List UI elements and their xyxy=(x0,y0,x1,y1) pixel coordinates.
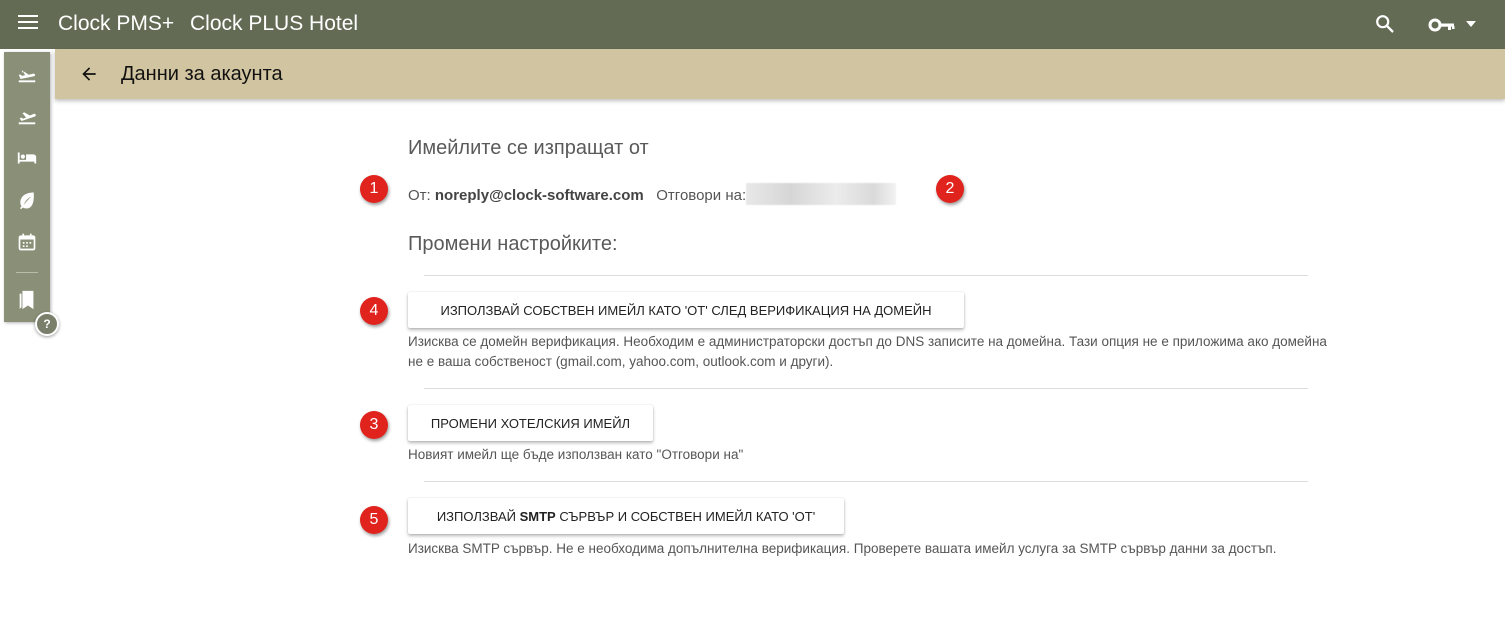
departures-icon[interactable] xyxy=(4,96,50,136)
from-email: noreply@clock-software.com xyxy=(434,187,644,204)
divider xyxy=(424,481,1308,482)
divider xyxy=(424,275,1308,276)
page-header: Данни за акаунта xyxy=(55,49,1505,99)
own-email-domain-description: Изисква се домейн верификация. Необходим… xyxy=(408,334,1327,369)
divider xyxy=(424,388,1308,389)
smtp-button-label-post: СЪРВЪР И СОБСТВЕН ИМЕЙЛ КАТО 'ОТ' xyxy=(555,508,816,524)
smtp-server-button[interactable]: ИЗПОЛЗВАЙ SMTP СЪРВЪР И СОБСТВЕН ИМЕЙЛ К… xyxy=(408,498,844,534)
change-hotel-email-description: Новият имейл ще бъде използван като "Отг… xyxy=(408,447,744,462)
leaf-icon[interactable] xyxy=(4,180,50,220)
key-icon[interactable] xyxy=(1428,15,1456,35)
annotation-badge-4: 4 xyxy=(360,297,388,325)
reply-to-label: Отговори на: xyxy=(656,187,747,204)
from-label: От: xyxy=(408,187,431,204)
search-icon[interactable] xyxy=(1374,13,1396,35)
own-email-domain-verification-button[interactable]: ИЗПОЛЗВАЙ СОБСТВЕН ИМЕЙЛ КАТО 'ОТ' СЛЕД … xyxy=(408,292,964,328)
emails-section-title: Имейлите се изпращат от xyxy=(408,137,649,159)
annotation-badge-3: 3 xyxy=(360,411,388,439)
smtp-server-description: Изисква SMTP сървър. Не е необходима доп… xyxy=(408,541,1277,556)
back-arrow-icon[interactable] xyxy=(79,64,99,84)
bed-icon[interactable] xyxy=(4,138,50,178)
smtp-button-label-bold: SMTP xyxy=(519,508,556,524)
top-bar: Clock PMS+ Clock PLUS Hotel xyxy=(0,0,1505,49)
annotation-badge-5: 5 xyxy=(360,506,388,534)
sidebar-divider xyxy=(16,272,38,273)
annotation-badge-2: 2 xyxy=(936,175,964,203)
page-title: Данни за акаунта xyxy=(121,63,283,85)
reply-to-email-redacted xyxy=(746,183,897,205)
help-icon[interactable]: ? xyxy=(35,312,59,336)
calendar-icon[interactable] xyxy=(4,222,50,262)
arrivals-icon[interactable] xyxy=(4,54,50,94)
smtp-button-label-pre: ИЗПОЛЗВАЙ xyxy=(436,508,520,524)
menu-icon[interactable] xyxy=(18,15,38,33)
app-name[interactable]: Clock PMS+ xyxy=(58,12,174,36)
annotation-badge-1: 1 xyxy=(360,175,388,203)
settings-section-title: Промени настройките: xyxy=(408,233,618,255)
from-line: От: noreply@clock-software.com Отговори … xyxy=(408,183,897,205)
hotel-name[interactable]: Clock PLUS Hotel xyxy=(190,12,358,36)
caret-down-icon[interactable] xyxy=(1466,21,1476,27)
change-hotel-email-button[interactable]: ПРОМЕНИ ХОТЕЛСКИЯ ИМЕЙЛ xyxy=(408,405,653,441)
sidebar xyxy=(4,52,50,322)
